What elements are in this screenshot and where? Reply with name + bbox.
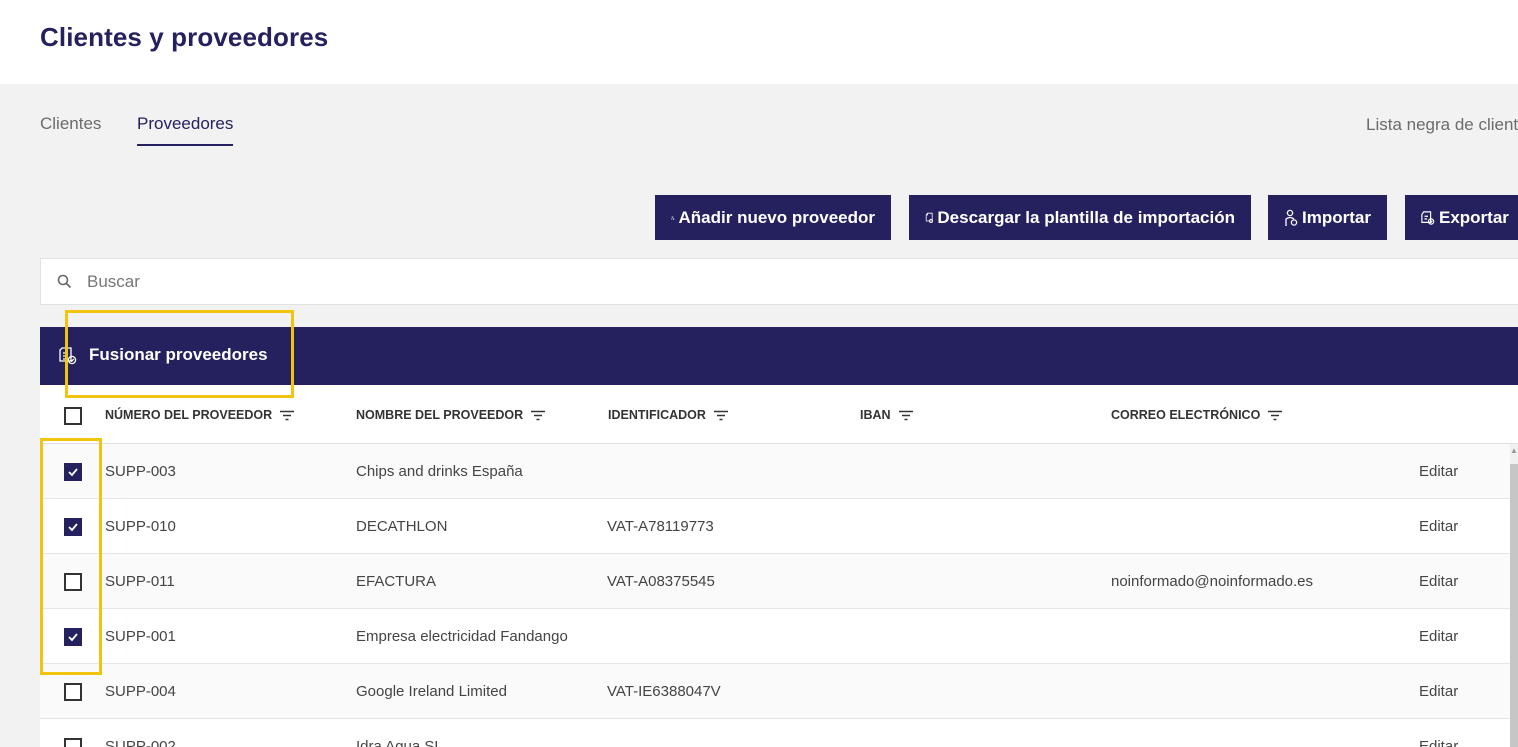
checkmark-icon	[68, 468, 78, 477]
add-supplier-label: Añadir nuevo proveedor	[678, 207, 875, 227]
column-header-name-label: NOMBRE DEL PROVEEDOR	[356, 408, 524, 422]
edit-link[interactable]: Editar	[1419, 573, 1458, 590]
cell-number: SUPP-001	[105, 628, 176, 645]
column-header-identifier[interactable]: IDENTIFICADOR	[608, 408, 728, 422]
edit-link[interactable]: Editar	[1419, 463, 1458, 480]
cell-id: VAT-A78119773	[607, 518, 714, 535]
table-scrollbar[interactable]: ▲	[1510, 444, 1518, 747]
import-label: Importar	[1302, 207, 1371, 227]
filter-icon[interactable]	[531, 410, 546, 421]
row-checkbox[interactable]	[64, 463, 82, 481]
search-input[interactable]	[87, 267, 987, 297]
export-button[interactable]: Exportar	[1405, 195, 1518, 240]
row-checkbox[interactable]	[64, 518, 82, 536]
cell-name: Google Ireland Limited	[356, 683, 507, 700]
tab-proveedores[interactable]: Proveedores	[137, 114, 234, 146]
add-supplier-button[interactable]: Añadir nuevo proveedor	[655, 195, 891, 240]
cell-email: noinformado@noinformado.es	[1111, 573, 1314, 590]
cell-id: VAT-IE6388047V	[607, 683, 721, 700]
row-checkbox[interactable]	[64, 573, 82, 591]
table-row[interactable]: SUPP-010 DECATHLON VAT-A78119773 Editar	[40, 499, 1510, 554]
row-checkbox[interactable]	[64, 628, 82, 646]
cell-name: DECATHLON	[356, 518, 448, 535]
filter-icon[interactable]	[1268, 410, 1283, 421]
table-row[interactable]: SUPP-011 EFACTURA VAT-A08375545 noinformado…	[40, 554, 1510, 609]
merge-suppliers-bar: Fusionar proveedores	[40, 327, 1518, 385]
cell-number: SUPP-002	[105, 738, 176, 747]
document-download-icon	[925, 212, 933, 223]
top-header: Clientes y proveedores	[0, 0, 1518, 84]
cell-name: Chips and drinks España	[356, 463, 523, 480]
page-title: Clientes y proveedores	[40, 22, 329, 52]
filter-icon[interactable]	[280, 410, 295, 421]
scroll-up-arrow-icon[interactable]: ▲	[1510, 446, 1518, 456]
cell-number: SUPP-004	[105, 683, 176, 700]
cell-name: EFACTURA	[356, 573, 437, 590]
person-add-icon	[671, 215, 675, 220]
tab-lista-negra-clientes[interactable]: Lista negra de clientes	[1366, 115, 1518, 135]
column-header-email[interactable]: CORREO ELECTRÓNICO	[1111, 408, 1283, 422]
column-header-iban-label: IBAN	[860, 408, 891, 422]
column-header-number[interactable]: NÚMERO DEL PROVEEDOR	[105, 408, 295, 422]
column-header-identifier-label: IDENTIFICADOR	[608, 408, 706, 422]
cell-number: SUPP-010	[105, 518, 176, 535]
tab-clientes[interactable]: Clientes	[40, 114, 101, 144]
checkmark-icon	[68, 633, 78, 642]
merge-document-icon[interactable]	[58, 346, 78, 366]
cell-number: SUPP-003	[105, 463, 176, 480]
scrollbar-thumb[interactable]	[1510, 464, 1518, 747]
search-bar	[40, 258, 1518, 305]
edit-link[interactable]: Editar	[1419, 683, 1458, 700]
search-icon	[57, 274, 72, 289]
row-checkbox[interactable]	[64, 683, 82, 701]
suppliers-table: NÚMERO DEL PROVEEDOR NOMBRE DEL PROVEEDO…	[40, 385, 1518, 747]
export-label: Exportar	[1439, 207, 1509, 227]
edit-link[interactable]: Editar	[1419, 518, 1458, 535]
import-button[interactable]: Importar	[1268, 195, 1387, 240]
cell-name: Idra Agua SL	[356, 738, 443, 747]
cell-name: Empresa electricidad Fandango	[356, 628, 568, 645]
row-checkbox[interactable]	[64, 738, 82, 747]
download-template-button[interactable]: Descargar la plantilla de importación	[909, 195, 1251, 240]
filter-icon[interactable]	[713, 410, 728, 421]
cell-id: VAT-A08375545	[607, 573, 715, 590]
column-header-number-label: NÚMERO DEL PROVEEDOR	[105, 408, 273, 422]
column-header-iban[interactable]: IBAN	[860, 408, 913, 422]
column-header-email-label: CORREO ELECTRÓNICO	[1111, 408, 1261, 422]
person-import-icon	[1285, 209, 1298, 226]
table-row[interactable]: SUPP-003 Chips and drinks España Editar	[40, 444, 1510, 499]
edit-link[interactable]: Editar	[1419, 628, 1458, 645]
export-document-icon	[1421, 210, 1435, 225]
select-all-checkbox[interactable]	[64, 407, 82, 425]
edit-link[interactable]: Editar	[1419, 738, 1458, 747]
table-row[interactable]: SUPP-001 Empresa electricidad Fandango Edi…	[40, 609, 1510, 664]
checkmark-icon	[68, 523, 78, 532]
table-row[interactable]: SUPP-002 Idra Agua SL Editar	[40, 719, 1510, 747]
filter-icon[interactable]	[898, 410, 913, 421]
table-header: NÚMERO DEL PROVEEDOR NOMBRE DEL PROVEEDO…	[40, 385, 1518, 444]
column-header-name[interactable]: NOMBRE DEL PROVEEDOR	[356, 408, 546, 422]
table-row[interactable]: SUPP-004 Google Ireland Limited VAT-IE6388…	[40, 664, 1510, 719]
merge-suppliers-button[interactable]: Fusionar proveedores	[89, 345, 268, 365]
cell-number: SUPP-011	[105, 573, 175, 590]
download-template-label: Descargar la plantilla de importación	[937, 207, 1235, 227]
